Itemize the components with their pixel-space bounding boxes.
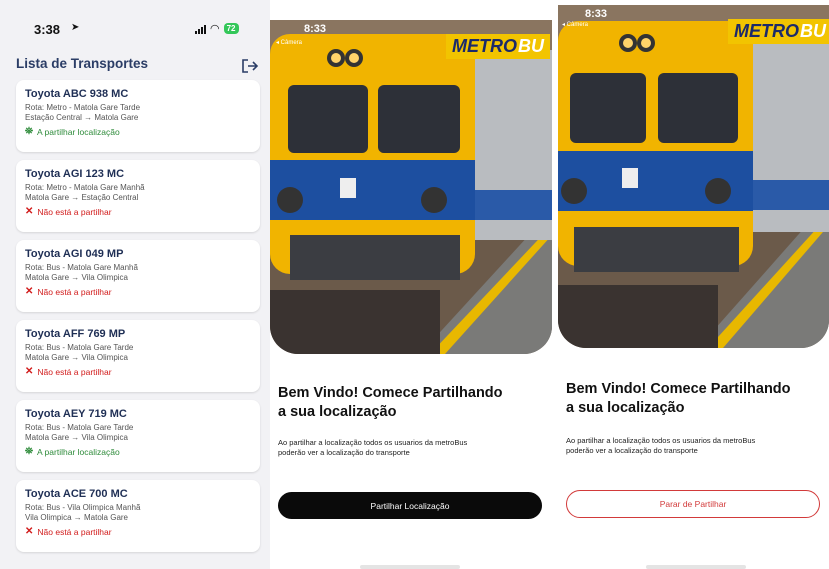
description-line1: Ao partilhar a localização todos os usua… — [566, 436, 756, 445]
sharing-status-label: Não está a partilhar — [37, 366, 112, 377]
satellite-icon: ⛯ — [25, 126, 33, 137]
sharing-status: ✕ Não está a partilhar — [25, 526, 251, 537]
stops-text: Matola Gare → Vila Olimpica — [25, 433, 128, 442]
welcome-heading-line1: Bem Vindo! Comece Partilhando — [278, 385, 503, 401]
route-text: Rota: Metro - Matola Gare Manhã — [25, 183, 145, 192]
back-to-camera-link[interactable]: ◂ Câmera — [562, 21, 588, 28]
description-line2: poderão ver a localização do transporte — [278, 448, 410, 457]
sharing-status-label: A partilhar localização — [37, 126, 120, 137]
stops-text: Estação Central → Matola Gare — [25, 113, 139, 122]
status-time: 8:33 — [304, 23, 327, 35]
route-text: Rota: Bus - Matola Gare Tarde — [25, 423, 134, 432]
transport-card[interactable]: Toyota AGI 123 MC Rota: Metro - Matola Ga… — [16, 160, 260, 232]
logo-text-bus: BU — [518, 36, 544, 56]
vehicle-name: Toyota AGI 123 MC — [25, 168, 125, 180]
transport-card[interactable]: Toyota ACE 700 MC Rota: Bus - Vila Olimpi… — [16, 480, 260, 552]
metrobus-logo: METRO BU — [728, 19, 829, 44]
sharing-status-label: Não está a partilhar — [37, 286, 112, 297]
welcome-heading-line2: a sua localização — [278, 404, 397, 420]
route-text: Rota: Bus - Matola Gare Manhã — [25, 263, 138, 272]
route-text: Rota: Bus - Vila Olimpica Manhã — [25, 503, 141, 512]
share-location-button[interactable]: Partilhar Localização — [278, 492, 542, 519]
back-to-camera-link[interactable]: ◂ Câmera — [276, 39, 302, 46]
logout-icon[interactable] — [241, 58, 259, 74]
sharing-status: ⛯ A partilhar localização — [25, 126, 251, 137]
sharing-status: ✕ Não está a partilhar — [25, 286, 251, 297]
home-indicator — [360, 565, 460, 569]
transport-card[interactable]: Toyota ABC 938 MC Rota: Metro - Matola Ga… — [16, 80, 260, 152]
sharing-status-label: A partilhar localização — [37, 446, 120, 457]
vehicle-name: Toyota AFF 769 MP — [25, 328, 126, 340]
vehicle-name: Toyota ACE 700 MC — [25, 488, 128, 500]
description-line2: poderão ver a localização do transporte — [566, 446, 698, 455]
page-title: Lista de Transportes — [16, 56, 149, 71]
transport-card[interactable]: Toyota AFF 769 MP Rota: Bus - Matola Gare… — [16, 320, 260, 392]
welcome-description: Ao partilhar a localização todos os usua… — [278, 438, 467, 458]
wifi-icon: ◠ — [210, 23, 220, 35]
stops-text: Matola Gare → Vila Olimpica — [25, 273, 128, 282]
vehicle-name: Toyota AGI 049 MP — [25, 248, 124, 260]
logo-text-metro: METRO — [452, 36, 517, 56]
battery-icon: 72 — [223, 23, 239, 34]
stops-text: Matola Gare → Vila Olimpica — [25, 353, 128, 362]
cross-icon: ✕ — [25, 526, 34, 537]
cross-icon: ✕ — [25, 206, 34, 217]
status-time: 3:38 — [34, 22, 61, 37]
vehicle-name: Toyota ABC 938 MC — [25, 88, 129, 100]
cross-icon: ✕ — [25, 286, 34, 297]
sharing-status: ✕ Não está a partilhar — [25, 366, 251, 377]
sharing-status: ✕ Não está a partilhar — [25, 206, 251, 217]
stops-text: Matola Gare → Estação Central — [25, 193, 139, 202]
vehicle-name: Toyota AEY 719 MC — [25, 408, 127, 420]
logo-text-bus: BU — [800, 21, 826, 41]
status-time: 8:33 — [585, 8, 608, 20]
satellite-icon: ⛯ — [25, 446, 33, 457]
description-line1: Ao partilhar a localização todos os usua… — [278, 438, 468, 447]
train-photo — [558, 5, 829, 348]
logo-text-metro: METRO — [734, 21, 799, 41]
route-text: Rota: Metro - Matola Gare Tarde — [25, 103, 141, 112]
welcome-screen: 8:33 ◂ Câmera METRO BU Bem Vindo! Comece … — [270, 0, 552, 569]
stops-text: Vila Olimpica → Matola Gare — [25, 513, 128, 522]
transport-list: Toyota ABC 938 MC Rota: Metro - Matola Ga… — [16, 80, 260, 560]
transport-card[interactable]: Toyota AGI 049 MP Rota: Bus - Matola Gare… — [16, 240, 260, 312]
status-bar: 3:38 ➤ ◠ 72 — [0, 0, 270, 44]
sharing-screen: 8:33 ◂ Câmera METRO BU Bem Vindo! Comece … — [558, 0, 829, 569]
welcome-description: Ao partilhar a localização todos os usua… — [566, 436, 755, 456]
location-arrow-icon: ➤ — [71, 22, 80, 33]
transport-card[interactable]: Toyota AEY 719 MC Rota: Bus - Matola Gare… — [16, 400, 260, 472]
home-indicator — [646, 565, 746, 569]
metrobus-logo: METRO BU — [446, 34, 550, 59]
stop-sharing-button[interactable]: Parar de Partilhar — [566, 490, 820, 518]
train-photo — [270, 20, 552, 354]
welcome-heading: Bem Vindo! Comece Partilhando a sua loca… — [566, 380, 791, 418]
sharing-status-label: Não está a partilhar — [37, 206, 112, 217]
transport-list-screen: 3:38 ➤ ◠ 72 Lista de Transportes Toyota … — [0, 0, 270, 569]
cross-icon: ✕ — [25, 366, 34, 377]
route-text: Rota: Bus - Matola Gare Tarde — [25, 343, 134, 352]
welcome-heading: Bem Vindo! Comece Partilhando a sua loca… — [278, 384, 503, 422]
cellular-signal-icon — [195, 24, 206, 34]
welcome-heading-line1: Bem Vindo! Comece Partilhando — [566, 381, 791, 397]
sharing-status: ⛯ A partilhar localização — [25, 446, 251, 457]
welcome-heading-line2: a sua localização — [566, 400, 685, 416]
sharing-status-label: Não está a partilhar — [37, 526, 112, 537]
